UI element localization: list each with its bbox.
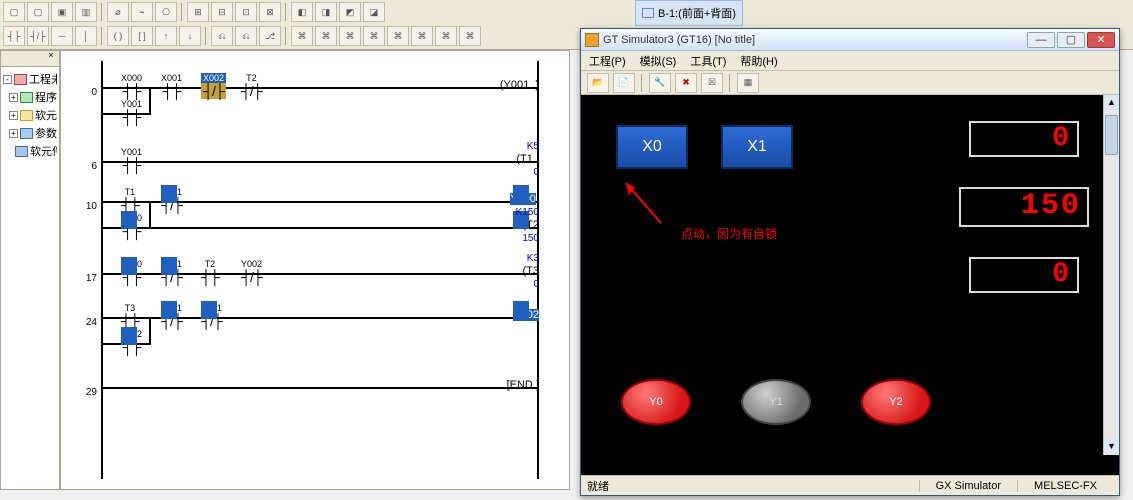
menu-item[interactable]: 工具(T)	[690, 53, 726, 69]
tree-node[interactable]: 软元件内	[3, 142, 57, 160]
tb-icon[interactable]: ▢	[27, 2, 49, 22]
tree-node[interactable]: -工程未设置	[3, 70, 57, 88]
tb-icon[interactable]: ◧	[291, 2, 313, 22]
tb-icon[interactable]: ⌘	[387, 26, 409, 46]
y0-lamp[interactable]: Y0	[621, 379, 691, 425]
tb-icon[interactable]: ✖	[675, 73, 697, 93]
tb-icon[interactable]: ⊡	[235, 2, 257, 22]
close-button[interactable]: ✕	[1087, 32, 1115, 48]
tb-icon[interactable]: ┤/├	[27, 26, 49, 46]
scroll-up-button[interactable]: ▲	[1104, 95, 1119, 111]
window-icon	[642, 8, 654, 18]
tb-icon[interactable]: ⌘	[339, 26, 361, 46]
ladder-editor[interactable]: 0 X000┤├ X001┤├ X002┤/├ T2┤/├ (Y001 ) Y0…	[60, 50, 570, 490]
status-cell: GX Simulator	[919, 480, 1017, 492]
step-number: 0	[91, 87, 97, 98]
tb-icon[interactable]: ⌘	[315, 26, 337, 46]
annotation-text: 点动，因为有自锁	[681, 225, 777, 242]
numeric-display-1: 150	[959, 187, 1089, 227]
tree-node[interactable]: +软元件注	[3, 106, 57, 124]
y2-lamp[interactable]: Y2	[861, 379, 931, 425]
y1-lamp[interactable]: Y1	[741, 379, 811, 425]
step-number: 10	[86, 201, 97, 212]
tb-icon[interactable]: ┤├	[3, 26, 25, 46]
tree-titlebar: ×	[1, 51, 59, 67]
tb-icon[interactable]: ▣	[51, 2, 73, 22]
numeric-display-2: 0	[969, 257, 1079, 293]
menu-item[interactable]: 模拟(S)	[640, 53, 677, 69]
tb-icon[interactable]: ⌘	[291, 26, 313, 46]
tb-icon[interactable]: ⎔	[155, 2, 177, 22]
project-tree[interactable]: × -工程未设置 +程序 +软元件注 +参数 软元件内	[0, 50, 60, 490]
tb-icon[interactable]: ⌁	[131, 2, 153, 22]
tab-label: B-1:(前面+背面)	[658, 5, 736, 21]
tb-icon[interactable]: ▦	[737, 73, 759, 93]
tb-icon[interactable]: ⊞	[187, 2, 209, 22]
step-number: 29	[86, 387, 97, 398]
menu-item[interactable]: 帮助(H)	[740, 53, 777, 69]
tb-icon[interactable]: ⌘	[411, 26, 433, 46]
x1-button[interactable]: X1	[721, 125, 793, 169]
simulator-window: GT Simulator3 (GT16) [No title] — ▢ ✕ 工程…	[580, 28, 1120, 496]
tb-icon[interactable]: 📄	[613, 73, 635, 93]
tree-node[interactable]: +参数	[3, 124, 57, 142]
maximize-button[interactable]: ▢	[1057, 32, 1085, 48]
tb-icon[interactable]: ( )	[107, 26, 129, 46]
menu-item[interactable]: 工程(P)	[589, 53, 626, 69]
tb-icon[interactable]: ⌘	[435, 26, 457, 46]
step-number: 24	[86, 317, 97, 328]
status-text: 就绪	[587, 478, 609, 494]
close-icon[interactable]: ×	[45, 51, 57, 63]
scroll-down-button[interactable]: ▼	[1104, 439, 1119, 455]
tb-icon[interactable]: [ ]	[131, 26, 153, 46]
numeric-display-0: 0	[969, 121, 1079, 157]
tb-icon[interactable]: │	[75, 26, 97, 46]
tb-icon[interactable]: ◪	[363, 2, 385, 22]
coil: (Y001 )	[500, 79, 539, 91]
tb-icon[interactable]: ▢	[3, 2, 25, 22]
hmi-screen[interactable]: X0 X1 0 150 0 点动，因为有自锁 Y0 Y1 Y2 ▲ ▼	[581, 95, 1119, 475]
tb-icon[interactable]: ▥	[75, 2, 97, 22]
tb-icon[interactable]: ─	[51, 26, 73, 46]
tb-icon[interactable]: ◩	[339, 2, 361, 22]
status-bar: 就绪 GX Simulator MELSEC-FX	[581, 475, 1119, 495]
tb-icon[interactable]: ⊠	[259, 2, 281, 22]
sim-menubar: 工程(P) 模拟(S) 工具(T) 帮助(H)	[581, 51, 1119, 71]
tree-node[interactable]: +程序	[3, 88, 57, 106]
minimize-button[interactable]: —	[1027, 32, 1055, 48]
tb-icon[interactable]: ↓	[179, 26, 201, 46]
tb-icon[interactable]: ⊟	[211, 2, 233, 22]
tb-icon[interactable]: ⌘	[363, 26, 385, 46]
tb-icon[interactable]: ⎌	[235, 26, 257, 46]
window-title: GT Simulator3 (GT16) [No title]	[603, 34, 755, 46]
x0-button[interactable]: X0	[616, 125, 688, 169]
tb-icon[interactable]: ↑	[155, 26, 177, 46]
tb-icon[interactable]: ⌀	[107, 2, 129, 22]
step-number: 17	[86, 273, 97, 284]
tb-icon[interactable]: ⎌	[211, 26, 233, 46]
tb-icon[interactable]: 📂	[587, 73, 609, 93]
tb-icon[interactable]: ◨	[315, 2, 337, 22]
designer-tab[interactable]: B-1:(前面+背面)	[635, 0, 743, 26]
scroll-thumb[interactable]	[1105, 115, 1118, 155]
sim-titlebar[interactable]: GT Simulator3 (GT16) [No title] — ▢ ✕	[581, 29, 1119, 51]
sim-toolbar: 📂 📄 🔧 ✖ ☒ ▦	[581, 71, 1119, 95]
tb-icon[interactable]: 🔧	[649, 73, 671, 93]
tb-icon[interactable]: ☒	[701, 73, 723, 93]
scrollbar[interactable]: ▲ ▼	[1103, 95, 1119, 455]
step-number: 6	[91, 161, 97, 172]
status-cell: MELSEC-FX	[1017, 480, 1113, 492]
arrow-icon	[611, 173, 671, 233]
tb-icon[interactable]: ⌘	[459, 26, 481, 46]
app-icon	[585, 33, 599, 47]
tb-icon[interactable]: ⎇	[259, 26, 281, 46]
